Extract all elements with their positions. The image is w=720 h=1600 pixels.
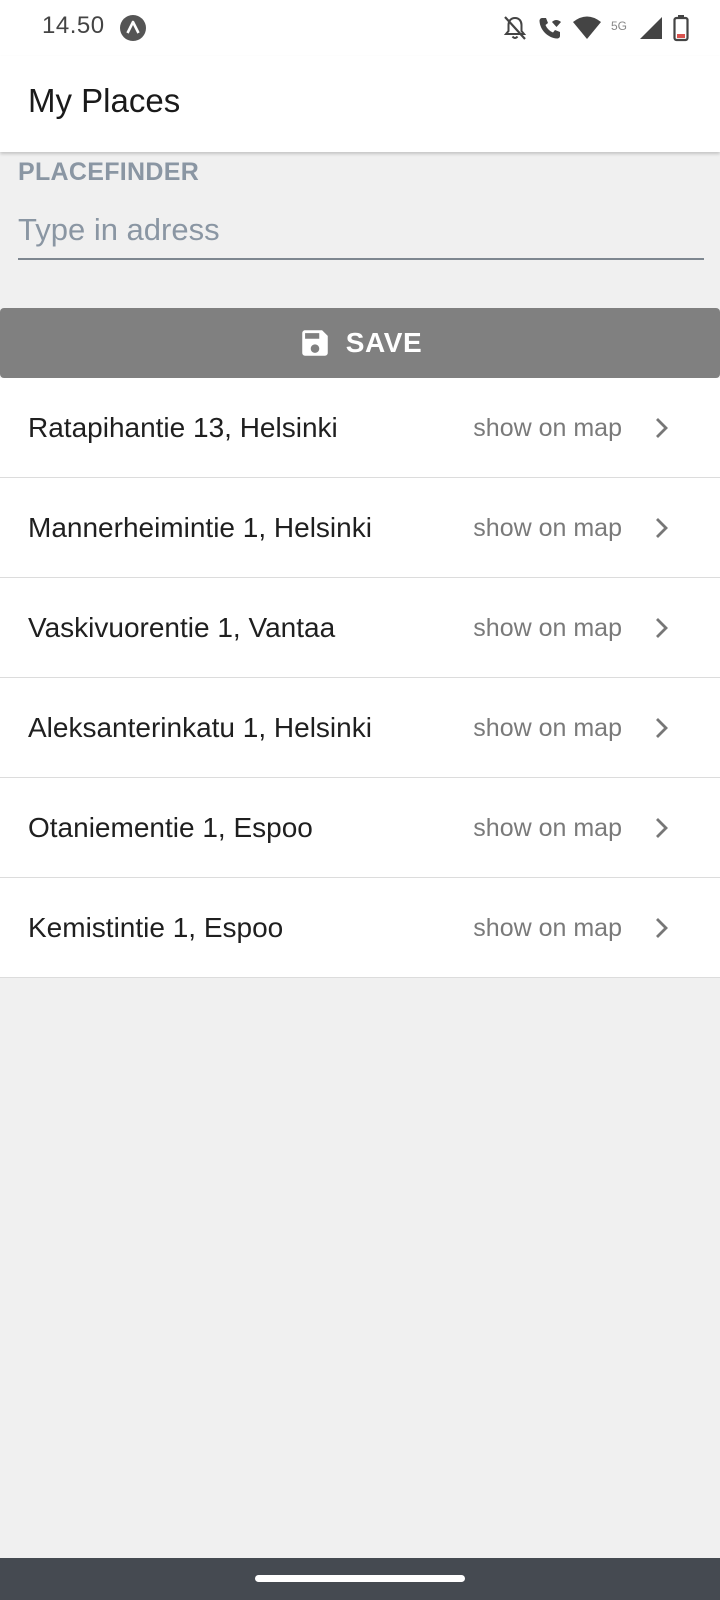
status-time: 14.50 bbox=[42, 12, 105, 39]
chevron-right-icon bbox=[656, 618, 668, 638]
place-address: Aleksanterinkatu 1, Helsinki bbox=[28, 712, 372, 743]
show-on-map-label: show on map bbox=[473, 914, 622, 942]
navigation-bar bbox=[0, 1558, 720, 1600]
save-button-label: SAVE bbox=[345, 327, 423, 358]
status-icons: 5G bbox=[502, 12, 690, 44]
save-button[interactable]: SAVE bbox=[0, 308, 720, 378]
chevron-right-icon bbox=[656, 918, 668, 938]
app-notification-icon bbox=[120, 15, 146, 41]
place-address: Mannerheimintie 1, Helsinki bbox=[28, 512, 372, 543]
page-title: My Places bbox=[28, 82, 181, 119]
wifi-icon bbox=[573, 16, 601, 39]
list-item[interactable]: Mannerheimintie 1, Helsinki show on map bbox=[0, 478, 720, 578]
chevron-right-icon bbox=[656, 518, 668, 538]
show-on-map-label: show on map bbox=[473, 714, 622, 742]
show-on-map-label: show on map bbox=[473, 414, 622, 442]
status-bar: 14.50 5G bbox=[0, 0, 720, 56]
chevron-right-icon bbox=[656, 418, 668, 438]
show-on-map-label: show on map bbox=[473, 514, 622, 542]
list-item[interactable]: Aleksanterinkatu 1, Helsinki show on map bbox=[0, 678, 720, 778]
place-address: Ratapihantie 13, Helsinki bbox=[28, 412, 338, 443]
show-on-map-label: show on map bbox=[473, 814, 622, 842]
chevron-right-icon bbox=[656, 818, 668, 838]
notifications-off-icon bbox=[503, 16, 527, 40]
list-item[interactable]: Vaskivuorentie 1, Vantaa show on map bbox=[0, 578, 720, 678]
cell-signal-icon bbox=[640, 17, 662, 39]
address-input[interactable] bbox=[18, 202, 704, 260]
chevron-right-icon bbox=[656, 718, 668, 738]
battery-icon bbox=[673, 15, 689, 42]
place-address: Otaniementie 1, Espoo bbox=[28, 812, 313, 843]
places-list: Ratapihantie 13, Helsinki show on map Ma… bbox=[0, 378, 720, 978]
list-item[interactable]: Ratapihantie 13, Helsinki show on map bbox=[0, 378, 720, 478]
placefinder-label: PLACEFINDER bbox=[18, 158, 200, 186]
wifi-calling-icon bbox=[539, 18, 561, 39]
app-bar: My Places bbox=[0, 56, 720, 152]
network-5g-label: 5G bbox=[611, 19, 627, 33]
home-gesture-handle[interactable] bbox=[255, 1575, 465, 1582]
list-item[interactable]: Kemistintie 1, Espoo show on map bbox=[0, 878, 720, 978]
screen: 14.50 5G My Places PLACEFINDER Type in a… bbox=[0, 0, 720, 1600]
place-address: Vaskivuorentie 1, Vantaa bbox=[28, 612, 336, 643]
save-icon bbox=[301, 330, 328, 356]
place-address: Kemistintie 1, Espoo bbox=[28, 912, 284, 943]
network-5g-icon: 5G bbox=[611, 19, 627, 33]
show-on-map-label: show on map bbox=[473, 614, 622, 642]
list-item[interactable]: Otaniementie 1, Espoo show on map bbox=[0, 778, 720, 878]
